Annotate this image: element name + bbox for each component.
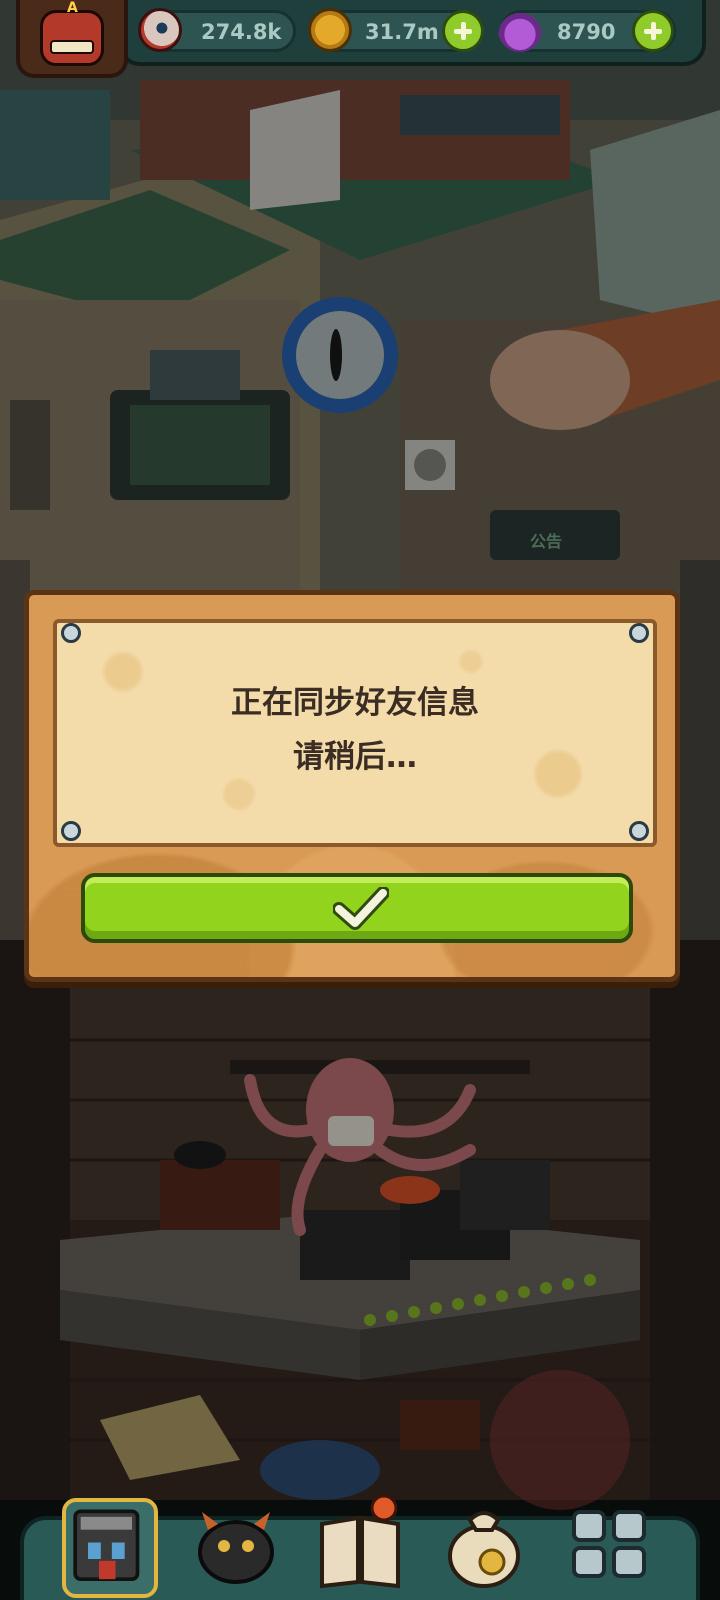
shop-icon: [73, 1509, 140, 1581]
eyeball-count: 274.8k: [201, 20, 282, 44]
notice-board-sign: 公告: [530, 532, 563, 551]
add-coins-button[interactable]: [442, 10, 484, 52]
nav-grid-button[interactable]: [562, 1490, 658, 1590]
avatar-teeth: [50, 40, 94, 54]
dialog-message-line2: 请稍后…: [293, 739, 417, 775]
rivet-top-left: [61, 623, 81, 643]
player-avatar-button[interactable]: A: [16, 0, 128, 78]
potion-count: 8790: [557, 20, 616, 44]
dialog-message-line1: 正在同步好友信息: [231, 685, 479, 721]
coin-count: 31.7m: [365, 20, 439, 44]
checkmark-icon: [333, 887, 389, 930]
avatar-monster-icon: [40, 10, 104, 66]
rivet-top-right: [629, 623, 649, 643]
monster-icon: [198, 1512, 274, 1584]
coin-icon: [308, 8, 352, 52]
nav-monster-button[interactable]: [188, 1490, 284, 1590]
dialog-message-panel: 正在同步好友信息 请稍后…: [53, 619, 657, 847]
money-bag-icon: [448, 1511, 520, 1588]
rivet-bottom-right: [629, 821, 649, 841]
sync-dialog: 正在同步好友信息 请稍后…: [24, 590, 680, 982]
avatar-rank-badge: A: [67, 0, 78, 16]
resource-bar: A 274.8k 31.7m 8790: [0, 0, 720, 78]
nav-shop-button[interactable]: [62, 1498, 158, 1598]
add-potions-button[interactable]: [632, 10, 674, 52]
bottom-navigation: [0, 1490, 720, 1600]
nav-bag-button[interactable]: [436, 1490, 532, 1590]
book-icon: [320, 1494, 400, 1589]
potion-icon: [498, 8, 542, 52]
grid-icon: [572, 1510, 646, 1578]
eyeball-icon: [138, 8, 182, 52]
rivet-bottom-left: [61, 821, 81, 841]
nav-book-button[interactable]: [312, 1490, 408, 1590]
confirm-button[interactable]: [81, 873, 633, 943]
